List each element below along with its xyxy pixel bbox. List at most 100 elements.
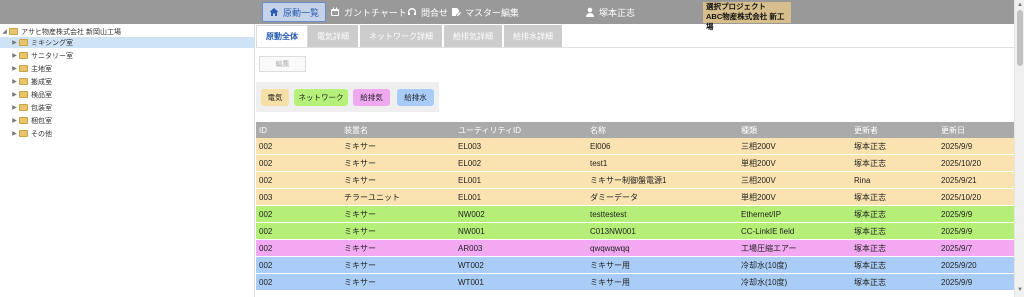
table-row[interactable]: 002 ミキサー EL001 ミキサー制御盤電源1 三相200V Rina 2025/9/2… xyxy=(256,172,1014,189)
table-row[interactable]: 002 ミキサー AR003 qwqwqwqq 工場圧縮エアー 塚本正志 2025/9/7 xyxy=(256,240,1014,257)
tab-air[interactable]: 給排気詳細 xyxy=(444,25,504,47)
column-header[interactable]: 更新者 xyxy=(854,125,878,136)
folder-icon xyxy=(19,130,28,137)
table-cell: ミキサー用 xyxy=(590,277,630,287)
expand-icon[interactable]: ▶ xyxy=(10,130,19,137)
tree-item-8[interactable]: ▶ その他 xyxy=(0,128,255,139)
column-header[interactable]: ID xyxy=(259,126,267,135)
edit-button[interactable]: 編集 xyxy=(259,56,306,72)
table-row[interactable]: 003 チラーユニット EL001 ダミーデータ 単相200V 塚本正志 2025/10/2… xyxy=(256,189,1014,206)
table-cell: ミキサー xyxy=(344,209,376,219)
table-cell: EL001 xyxy=(458,175,482,185)
table-cell: 2025/9/9 xyxy=(941,209,973,219)
table-cell: test1 xyxy=(590,158,608,168)
table-cell: チラーユニット xyxy=(344,192,400,202)
table-cell: 002 xyxy=(259,277,273,287)
table-cell: ミキサー用 xyxy=(590,260,630,270)
table-cell: 塚本正志 xyxy=(854,277,886,287)
user-menu[interactable]: 塚本正志 xyxy=(585,0,635,24)
tree-root[interactable]: ◢ アサヒ物産株式会社 新岡山工場 xyxy=(0,26,255,37)
table-cell: 工場圧縮エアー xyxy=(741,243,797,253)
table-cell: 2025/9/7 xyxy=(941,243,973,253)
table-row[interactable]: 002 ミキサー EL002 test1 単相200V 塚本正志 2025/10/20 xyxy=(256,155,1014,172)
expand-icon[interactable]: ▶ xyxy=(10,65,19,72)
nav-item-gantt[interactable]: ガントチャート xyxy=(330,0,407,24)
table-cell: 単相200V xyxy=(741,192,776,202)
expand-icon[interactable]: ▶ xyxy=(10,104,19,111)
scroll-thumb[interactable] xyxy=(1017,10,1023,66)
expand-icon[interactable]: ▶ xyxy=(10,52,19,59)
table-body: 002 ミキサー EL003 El006 三相200V 塚本正志 2025/9/9 002 ミキ… xyxy=(256,138,1014,291)
table-cell: 003 xyxy=(259,192,273,202)
table-cell: 塚本正志 xyxy=(854,141,886,151)
column-header[interactable]: 種類 xyxy=(741,125,757,136)
folder-icon xyxy=(19,78,28,85)
nav-item-list[interactable]: 原動一覧 xyxy=(262,2,327,22)
filter-chip-air[interactable]: 給排気 xyxy=(353,89,390,106)
user-name: 塚本正志 xyxy=(599,7,636,18)
table-cell: EL002 xyxy=(458,158,482,168)
tree-item-label: 主地室 xyxy=(31,65,52,73)
table-cell: ミキサー xyxy=(344,141,376,151)
scroll-down-icon[interactable]: ▼ xyxy=(1017,287,1023,293)
detail-tabs: 原動全体 電気詳細 ネットワーク詳細 給排気詳細 給排水詳細 xyxy=(256,25,564,47)
filter-chip-water[interactable]: 給排水 xyxy=(397,89,434,106)
tab-electric[interactable]: 電気詳細 xyxy=(308,25,360,47)
tree-item-6[interactable]: ▶ 包装室 xyxy=(0,102,255,113)
tab-network[interactable]: ネットワーク詳細 xyxy=(360,25,444,47)
tab-water[interactable]: 給排水詳細 xyxy=(504,25,564,47)
tree-item-7[interactable]: ▶ 梱包室 xyxy=(0,115,255,126)
collapse-icon[interactable]: ◢ xyxy=(0,28,9,35)
table-cell: 塚本正志 xyxy=(854,192,886,202)
table-row[interactable]: 002 ミキサー NW001 C013NW001 CC-LinkIE field 塚本正志… xyxy=(256,223,1014,240)
scroll-up-icon[interactable]: ▲ xyxy=(1017,2,1023,8)
tree-item-label: サニタリー室 xyxy=(31,52,73,60)
table-cell: NW001 xyxy=(458,226,485,236)
filter-chip-electric[interactable]: 電気 xyxy=(261,89,289,106)
expand-icon[interactable]: ▶ xyxy=(10,78,19,85)
table-row[interactable]: 002 ミキサー EL003 El006 三相200V 塚本正志 2025/9/9 xyxy=(256,138,1014,155)
expand-icon[interactable]: ▶ xyxy=(10,117,19,124)
tab-overview[interactable]: 原動全体 xyxy=(256,25,308,47)
table-cell: NW002 xyxy=(458,209,485,219)
table-cell: 塚本正志 xyxy=(854,158,886,168)
tree-item-sanitary[interactable]: ▶ サニタリー室 xyxy=(0,50,255,61)
expand-icon[interactable]: ▶ xyxy=(10,91,19,98)
table-cell: 単相200V xyxy=(741,158,776,168)
column-header[interactable]: ユーティリティID xyxy=(458,125,521,136)
table-row[interactable]: 002 ミキサー WT001 ミキサー用 冷却水(10度) 塚本正志 2025/9/9 xyxy=(256,274,1014,291)
table-cell: ミキサー xyxy=(344,277,376,287)
nav-item-master-edit[interactable]: マスター編集 xyxy=(451,0,519,24)
table-cell: qwqwqwqq xyxy=(590,243,630,253)
filter-chip-network[interactable]: ネットワーク xyxy=(294,89,348,106)
edit-icon xyxy=(452,8,461,16)
tree-item-5[interactable]: ▶ 検品室 xyxy=(0,89,255,100)
column-header[interactable]: 装置名 xyxy=(344,125,368,136)
top-nav-bar: 原動一覧 ガントチャート 問合せ マスター編集 塚本正志 選択プロジェクト AB… xyxy=(0,0,1024,31)
table-cell: 塚本正志 xyxy=(854,243,886,253)
table-row[interactable]: 002 ミキサー NW002 testtestest Ethernet/IP 塚本正志 20… xyxy=(256,206,1014,223)
table-cell: 2025/9/9 xyxy=(941,226,973,236)
table-cell: 002 xyxy=(259,226,273,236)
table-cell: C013NW001 xyxy=(590,226,636,236)
column-header[interactable]: 名称 xyxy=(590,125,606,136)
table-cell: 002 xyxy=(259,260,273,270)
folder-icon xyxy=(9,28,18,35)
category-filter: 電気 ネットワーク 給排気 給排水 xyxy=(256,82,439,112)
tree-item-mixing[interactable]: ▶ ミキシング室 xyxy=(0,37,255,48)
nav-item-inquiry[interactable]: 問合せ xyxy=(407,0,448,24)
tree-item-3[interactable]: ▶ 主地室 xyxy=(0,63,255,74)
tree-item-label: 搬成室 xyxy=(31,78,52,86)
selected-project[interactable]: 選択プロジェクト ABC物産株式会社 新工場 xyxy=(703,2,791,31)
table-cell: WT002 xyxy=(458,260,484,270)
expand-icon[interactable]: ▶ xyxy=(10,39,19,46)
column-header[interactable]: 更新日 xyxy=(941,125,965,136)
table-cell: EL003 xyxy=(458,141,482,151)
project-name: ABC物産株式会社 新工場 xyxy=(706,12,785,31)
table-row[interactable]: 002 ミキサー WT002 ミキサー用 冷却水(10度) 塚本正志 2025/9/20 xyxy=(256,257,1014,274)
folder-icon xyxy=(19,117,28,124)
table-header: ID 装置名 ユーティリティID 名称 種類 更新者 更新日 xyxy=(256,122,1014,138)
vertical-scrollbar[interactable]: ▲ ▼ xyxy=(1014,0,1024,297)
tree-item-4[interactable]: ▶ 搬成室 xyxy=(0,76,255,87)
folder-icon xyxy=(19,65,28,72)
